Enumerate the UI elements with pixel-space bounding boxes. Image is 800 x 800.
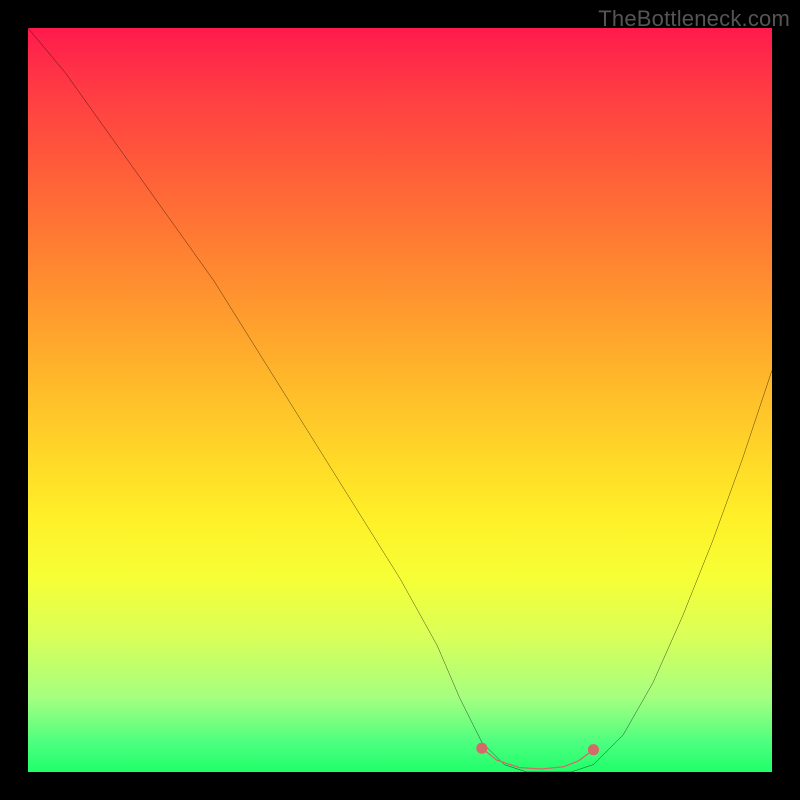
curve-overlay <box>28 28 772 772</box>
attribution-text: TheBottleneck.com <box>598 6 790 32</box>
marker-dot-left <box>476 743 487 754</box>
bottleneck-curve <box>28 28 772 772</box>
marker-segment <box>482 748 594 769</box>
chart-frame: TheBottleneck.com <box>0 0 800 800</box>
marker-dot-right <box>588 744 599 755</box>
